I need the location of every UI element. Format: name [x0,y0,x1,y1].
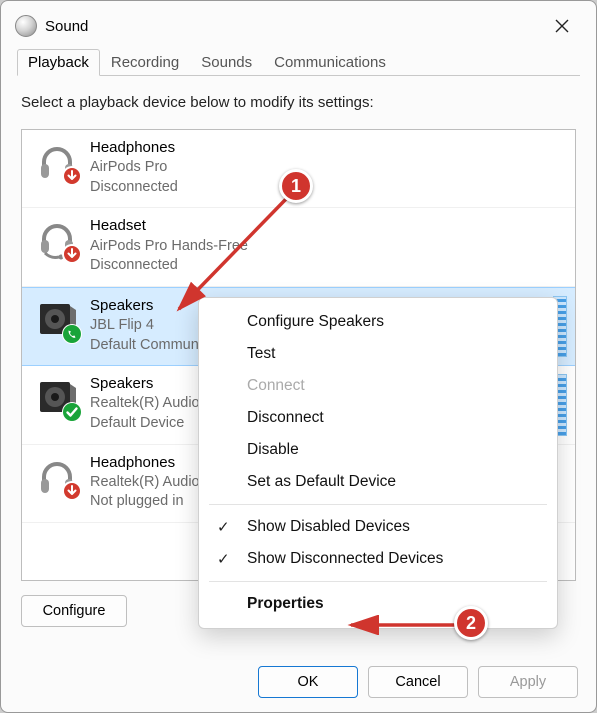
window-title: Sound [45,18,88,35]
device-icon [36,455,78,497]
annotation-badge-2: 2 [454,606,488,640]
cancel-button[interactable]: Cancel [368,666,468,698]
menu-separator [209,504,547,505]
sound-dialog: Sound Playback Recording Sounds Communic… [0,0,597,713]
close-button[interactable] [538,8,586,44]
menu-item[interactable]: Properties [199,588,557,620]
device-status: Disconnected [90,256,248,276]
instruction-text: Select a playback device below to modify… [21,94,576,111]
tab-strip: Playback Recording Sounds Communications [1,49,596,76]
configure-button[interactable]: Configure [21,595,127,627]
menu-item[interactable]: Show Disconnected Devices [199,543,557,575]
device-icon [36,298,78,340]
device-status-overlay-icon [62,166,82,186]
device-subtitle: AirPods Pro [90,158,178,178]
context-menu: Configure SpeakersTestConnectDisconnectD… [198,297,558,629]
device-subtitle: Realtek(R) Audio [90,394,200,414]
device-status: Not plugged in [90,492,200,512]
titlebar: Sound [1,1,596,45]
device-subtitle: Realtek(R) Audio [90,473,200,493]
device-icon [36,218,78,260]
device-status-overlay-icon [62,402,82,422]
tab-recording[interactable]: Recording [100,49,190,76]
tab-playback[interactable]: Playback [17,49,100,76]
menu-item[interactable]: Test [199,338,557,370]
ok-button[interactable]: OK [258,666,358,698]
dialog-buttons: OK Cancel Apply [258,666,578,698]
tab-sounds[interactable]: Sounds [190,49,263,76]
device-status-overlay-icon [62,244,82,264]
menu-item[interactable]: Disconnect [199,402,557,434]
tab-underline [17,75,580,76]
device-status: Default Device [90,414,200,434]
device-name: Headphones [90,453,200,473]
device-text: HeadphonesRealtek(R) AudioNot plugged in [90,453,200,512]
sound-icon [15,15,37,37]
device-name: Headphones [90,138,178,158]
apply-button[interactable]: Apply [478,666,578,698]
annotation-badge-1: 1 [279,169,313,203]
tab-communications[interactable]: Communications [263,49,397,76]
device-row[interactable]: HeadsetAirPods Pro Hands-FreeDisconnecte… [22,208,575,286]
menu-separator [209,581,547,582]
device-status-overlay-icon [62,324,82,344]
menu-item[interactable]: Set as Default Device [199,466,557,498]
device-text: HeadsetAirPods Pro Hands-FreeDisconnecte… [90,216,248,275]
device-icon [36,140,78,182]
menu-item: Connect [199,370,557,402]
menu-item[interactable]: Disable [199,434,557,466]
device-name: Headset [90,216,248,236]
device-subtitle: AirPods Pro Hands-Free [90,237,248,257]
device-text: SpeakersRealtek(R) AudioDefault Device [90,374,200,433]
menu-item[interactable]: Configure Speakers [199,306,557,338]
menu-item[interactable]: Show Disabled Devices [199,511,557,543]
device-status: Disconnected [90,178,178,198]
device-name: Speakers [90,374,200,394]
device-status-overlay-icon [62,481,82,501]
device-icon [36,376,78,418]
device-text: HeadphonesAirPods ProDisconnected [90,138,178,197]
